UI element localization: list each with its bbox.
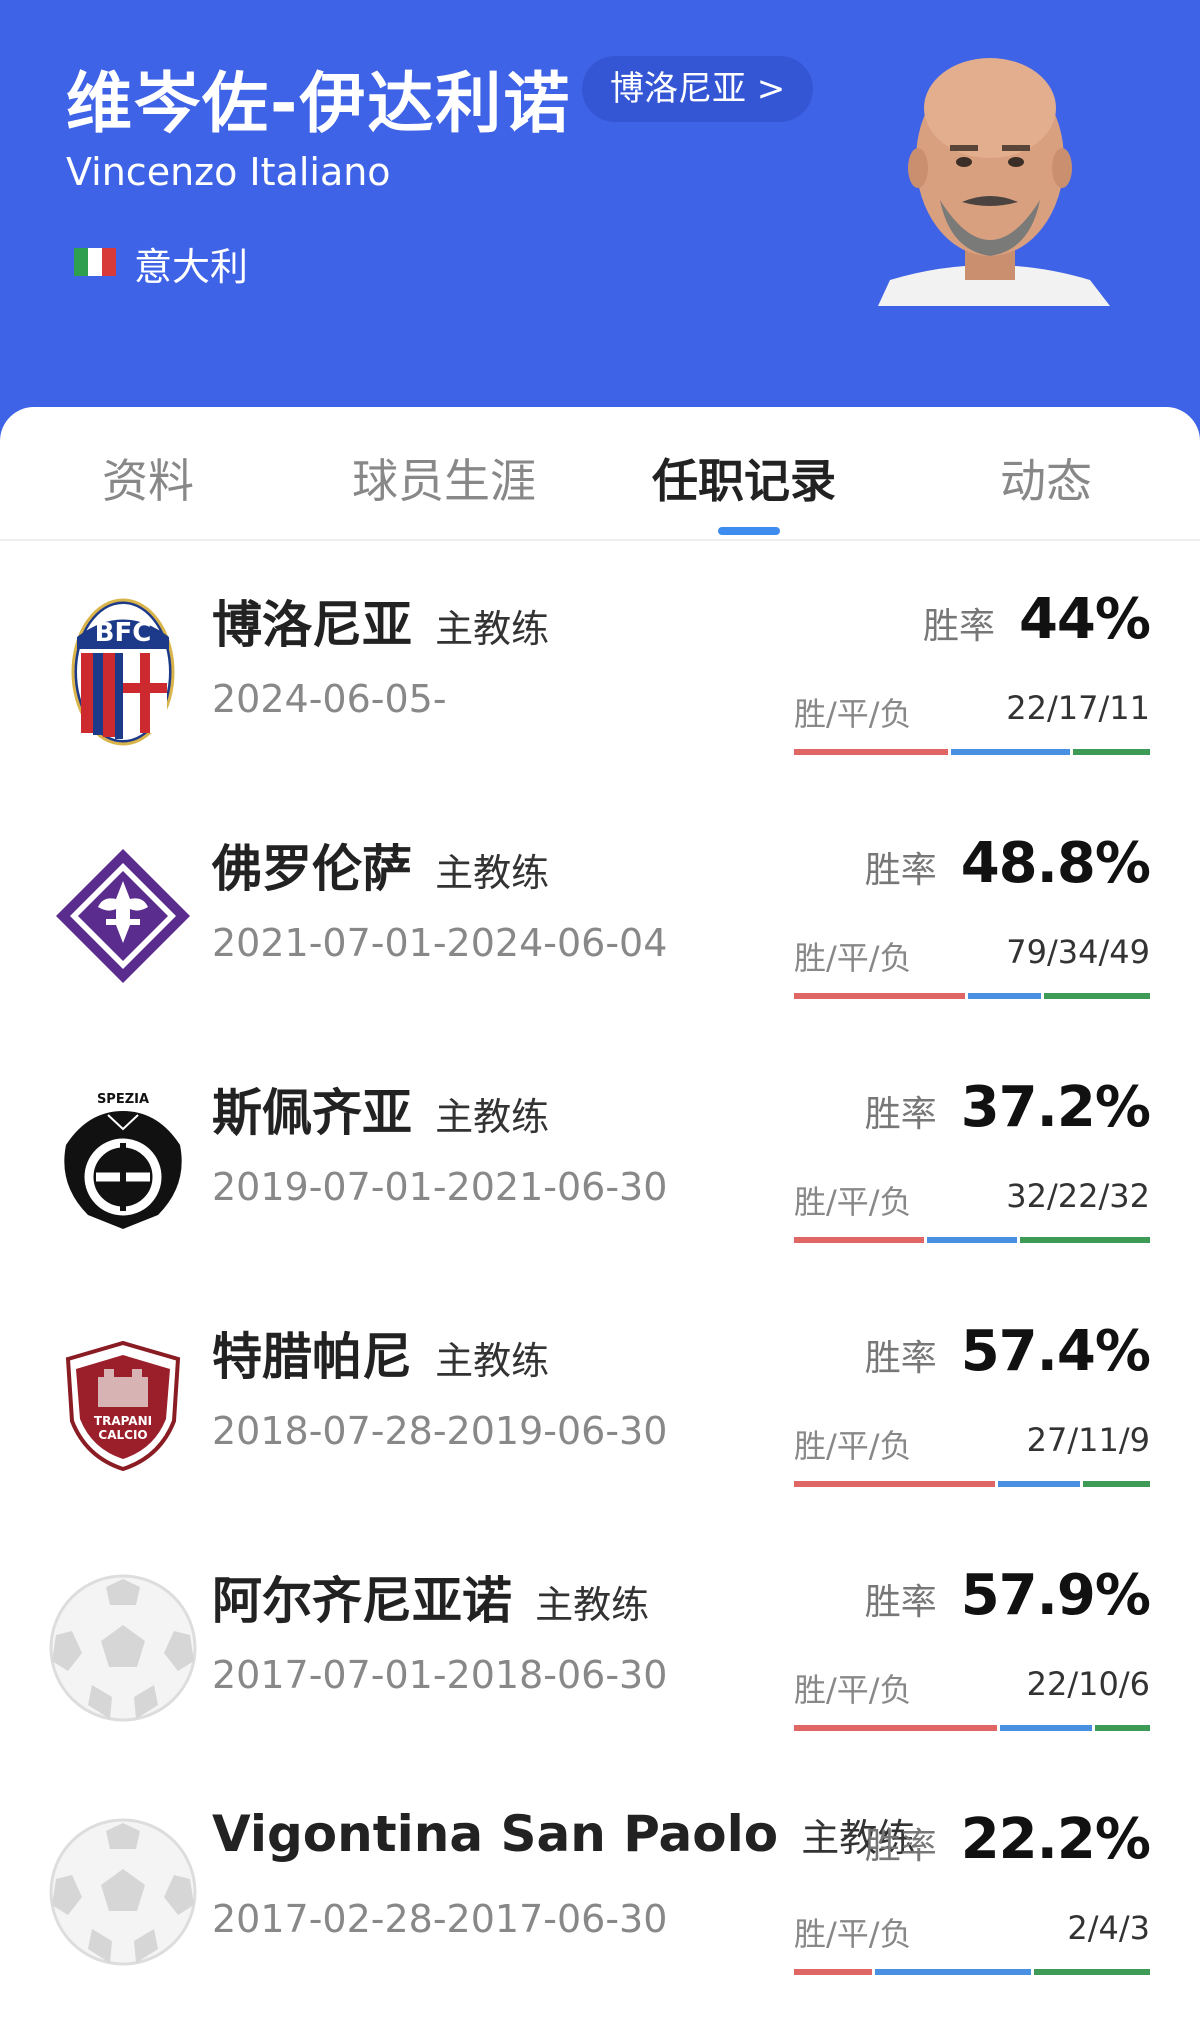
- loss-segment: [1044, 993, 1150, 999]
- tab-bar: 资料 球员生涯 任职记录 动态: [0, 407, 1200, 541]
- win-rate-value: 57.4%: [960, 1319, 1151, 1384]
- wdl-value: 27/11/9: [1026, 1421, 1150, 1459]
- tab-coaching-record[interactable]: 任职记录: [652, 445, 836, 511]
- loss-segment: [1020, 1237, 1150, 1243]
- win-segment: [794, 749, 948, 755]
- nationality-label: 意大利: [134, 245, 249, 289]
- win-rate-label: 胜率: [864, 850, 937, 891]
- coaching-record-row[interactable]: SPEZIA 斯佩齐亚 主教练 2019-07-01-2021-06-30 胜率…: [0, 1043, 1200, 1287]
- win-rate-value: 44%: [1018, 587, 1151, 652]
- team-name[interactable]: 特腊帕尼: [212, 1328, 412, 1386]
- football-placeholder-logo: [48, 1817, 198, 1967]
- svg-text:BFC: BFC: [95, 618, 152, 648]
- win-rate-value: 37.2%: [960, 1075, 1151, 1140]
- trapani-logo: TRAPANI CALCIO: [48, 1329, 198, 1479]
- coach-name-en: Vincenzo Italiano: [66, 150, 391, 194]
- wdl-bar: [794, 1237, 1150, 1243]
- draw-segment: [1000, 1725, 1092, 1731]
- draw-segment: [968, 993, 1041, 999]
- tab-player-career[interactable]: 球员生涯: [352, 445, 536, 511]
- win-segment: [794, 993, 965, 999]
- win-segment: [794, 1725, 997, 1731]
- wdl-label: 胜/平/负: [794, 1671, 912, 1709]
- italy-flag-icon: [74, 248, 116, 276]
- wdl-value: 79/34/49: [1006, 933, 1150, 971]
- loss-segment: [1034, 1969, 1150, 1975]
- bologna-logo: BFC: [48, 597, 198, 747]
- current-club-link[interactable]: 博洛尼亚 >: [582, 56, 814, 122]
- wdl-label: 胜/平/负: [794, 939, 912, 977]
- wdl-value: 22/17/11: [1006, 689, 1150, 727]
- coach-role: 主教练: [435, 851, 550, 895]
- team-name[interactable]: 阿尔齐尼亚诺: [212, 1572, 512, 1630]
- team-name[interactable]: 斯佩齐亚: [212, 1084, 412, 1142]
- coach-role: 主教练: [535, 1583, 650, 1627]
- win-rate-label: 胜率: [864, 1826, 937, 1867]
- win-segment: [794, 1481, 995, 1487]
- tenure-dates: 2024-06-05-: [212, 677, 447, 721]
- tenure-dates: 2019-07-01-2021-06-30: [212, 1165, 668, 1209]
- tenure-dates: 2018-07-28-2019-06-30: [212, 1409, 668, 1453]
- draw-segment: [927, 1237, 1017, 1243]
- coach-role: 主教练: [435, 1339, 550, 1383]
- tab-news[interactable]: 动态: [1000, 445, 1092, 511]
- win-rate-label: 胜率: [922, 606, 995, 647]
- wdl-value: 22/10/6: [1026, 1665, 1150, 1703]
- wdl-bar: [794, 1969, 1150, 1975]
- coach-name-cn: 维岑佐-伊达利诺: [66, 65, 572, 142]
- wdl-label: 胜/平/负: [794, 1915, 912, 1953]
- loss-segment: [1095, 1725, 1150, 1731]
- spezia-logo: SPEZIA: [48, 1085, 198, 1235]
- football-placeholder-logo: [48, 1573, 198, 1723]
- tenure-dates: 2021-07-01-2024-06-04: [212, 921, 668, 965]
- coach-avatar: [870, 50, 1110, 306]
- loss-segment: [1073, 749, 1150, 755]
- tab-active-indicator: [718, 527, 780, 535]
- coaching-record-row[interactable]: TRAPANI CALCIO 特腊帕尼 主教练 2018-07-28-2019-…: [0, 1287, 1200, 1531]
- tenure-dates: 2017-02-28-2017-06-30: [212, 1897, 668, 1941]
- draw-segment: [951, 749, 1070, 755]
- win-rate-value: 22.2%: [960, 1807, 1151, 1872]
- fiorentina-logo: [48, 841, 198, 991]
- win-segment: [794, 1969, 872, 1975]
- svg-text:TRAPANI: TRAPANI: [94, 1414, 152, 1428]
- win-rate-value: 48.8%: [960, 831, 1151, 896]
- wdl-bar: [794, 1481, 1150, 1487]
- wdl-label: 胜/平/负: [794, 1183, 912, 1221]
- win-rate-label: 胜率: [864, 1338, 937, 1379]
- draw-segment: [998, 1481, 1080, 1487]
- coaching-record-row[interactable]: 佛罗伦萨 主教练 2021-07-01-2024-06-04 胜率 48.8% …: [0, 799, 1200, 1043]
- wdl-value: 32/22/32: [1006, 1177, 1150, 1215]
- tenure-dates: 2017-07-01-2018-06-30: [212, 1653, 668, 1697]
- coaching-record-row[interactable]: Vigontina San Paolo 主教练 2017-02-28-2017-…: [0, 1775, 1200, 2019]
- draw-segment: [875, 1969, 1031, 1975]
- wdl-value: 2/4/3: [1067, 1909, 1150, 1947]
- tab-profile[interactable]: 资料: [102, 445, 194, 511]
- wdl-bar: [794, 749, 1150, 755]
- win-rate-label: 胜率: [864, 1582, 937, 1623]
- team-name[interactable]: 博洛尼亚: [212, 596, 412, 654]
- team-name[interactable]: 佛罗伦萨: [212, 840, 412, 898]
- win-rate-value: 57.9%: [960, 1563, 1151, 1628]
- coach-role: 主教练: [435, 607, 550, 651]
- win-segment: [794, 1237, 924, 1243]
- wdl-label: 胜/平/负: [794, 1427, 912, 1465]
- coaching-record-row[interactable]: BFC 博洛尼亚 主教练 2024-06-05- 胜率 44% 胜/平/负 22…: [0, 555, 1200, 799]
- win-rate-label: 胜率: [864, 1094, 937, 1135]
- coach-header: 维岑佐-伊达利诺 博洛尼亚 > Vincenzo Italiano 意大利: [0, 0, 1200, 440]
- wdl-bar: [794, 1725, 1150, 1731]
- wdl-bar: [794, 993, 1150, 999]
- svg-text:SPEZIA: SPEZIA: [97, 1092, 149, 1107]
- coach-role: 主教练: [435, 1095, 550, 1139]
- loss-segment: [1083, 1481, 1150, 1487]
- team-name[interactable]: Vigontina San Paolo: [212, 1805, 778, 1863]
- coaching-record-row[interactable]: 阿尔齐尼亚诺 主教练 2017-07-01-2018-06-30 胜率 57.9…: [0, 1531, 1200, 1775]
- wdl-label: 胜/平/负: [794, 695, 912, 733]
- svg-text:CALCIO: CALCIO: [98, 1428, 147, 1442]
